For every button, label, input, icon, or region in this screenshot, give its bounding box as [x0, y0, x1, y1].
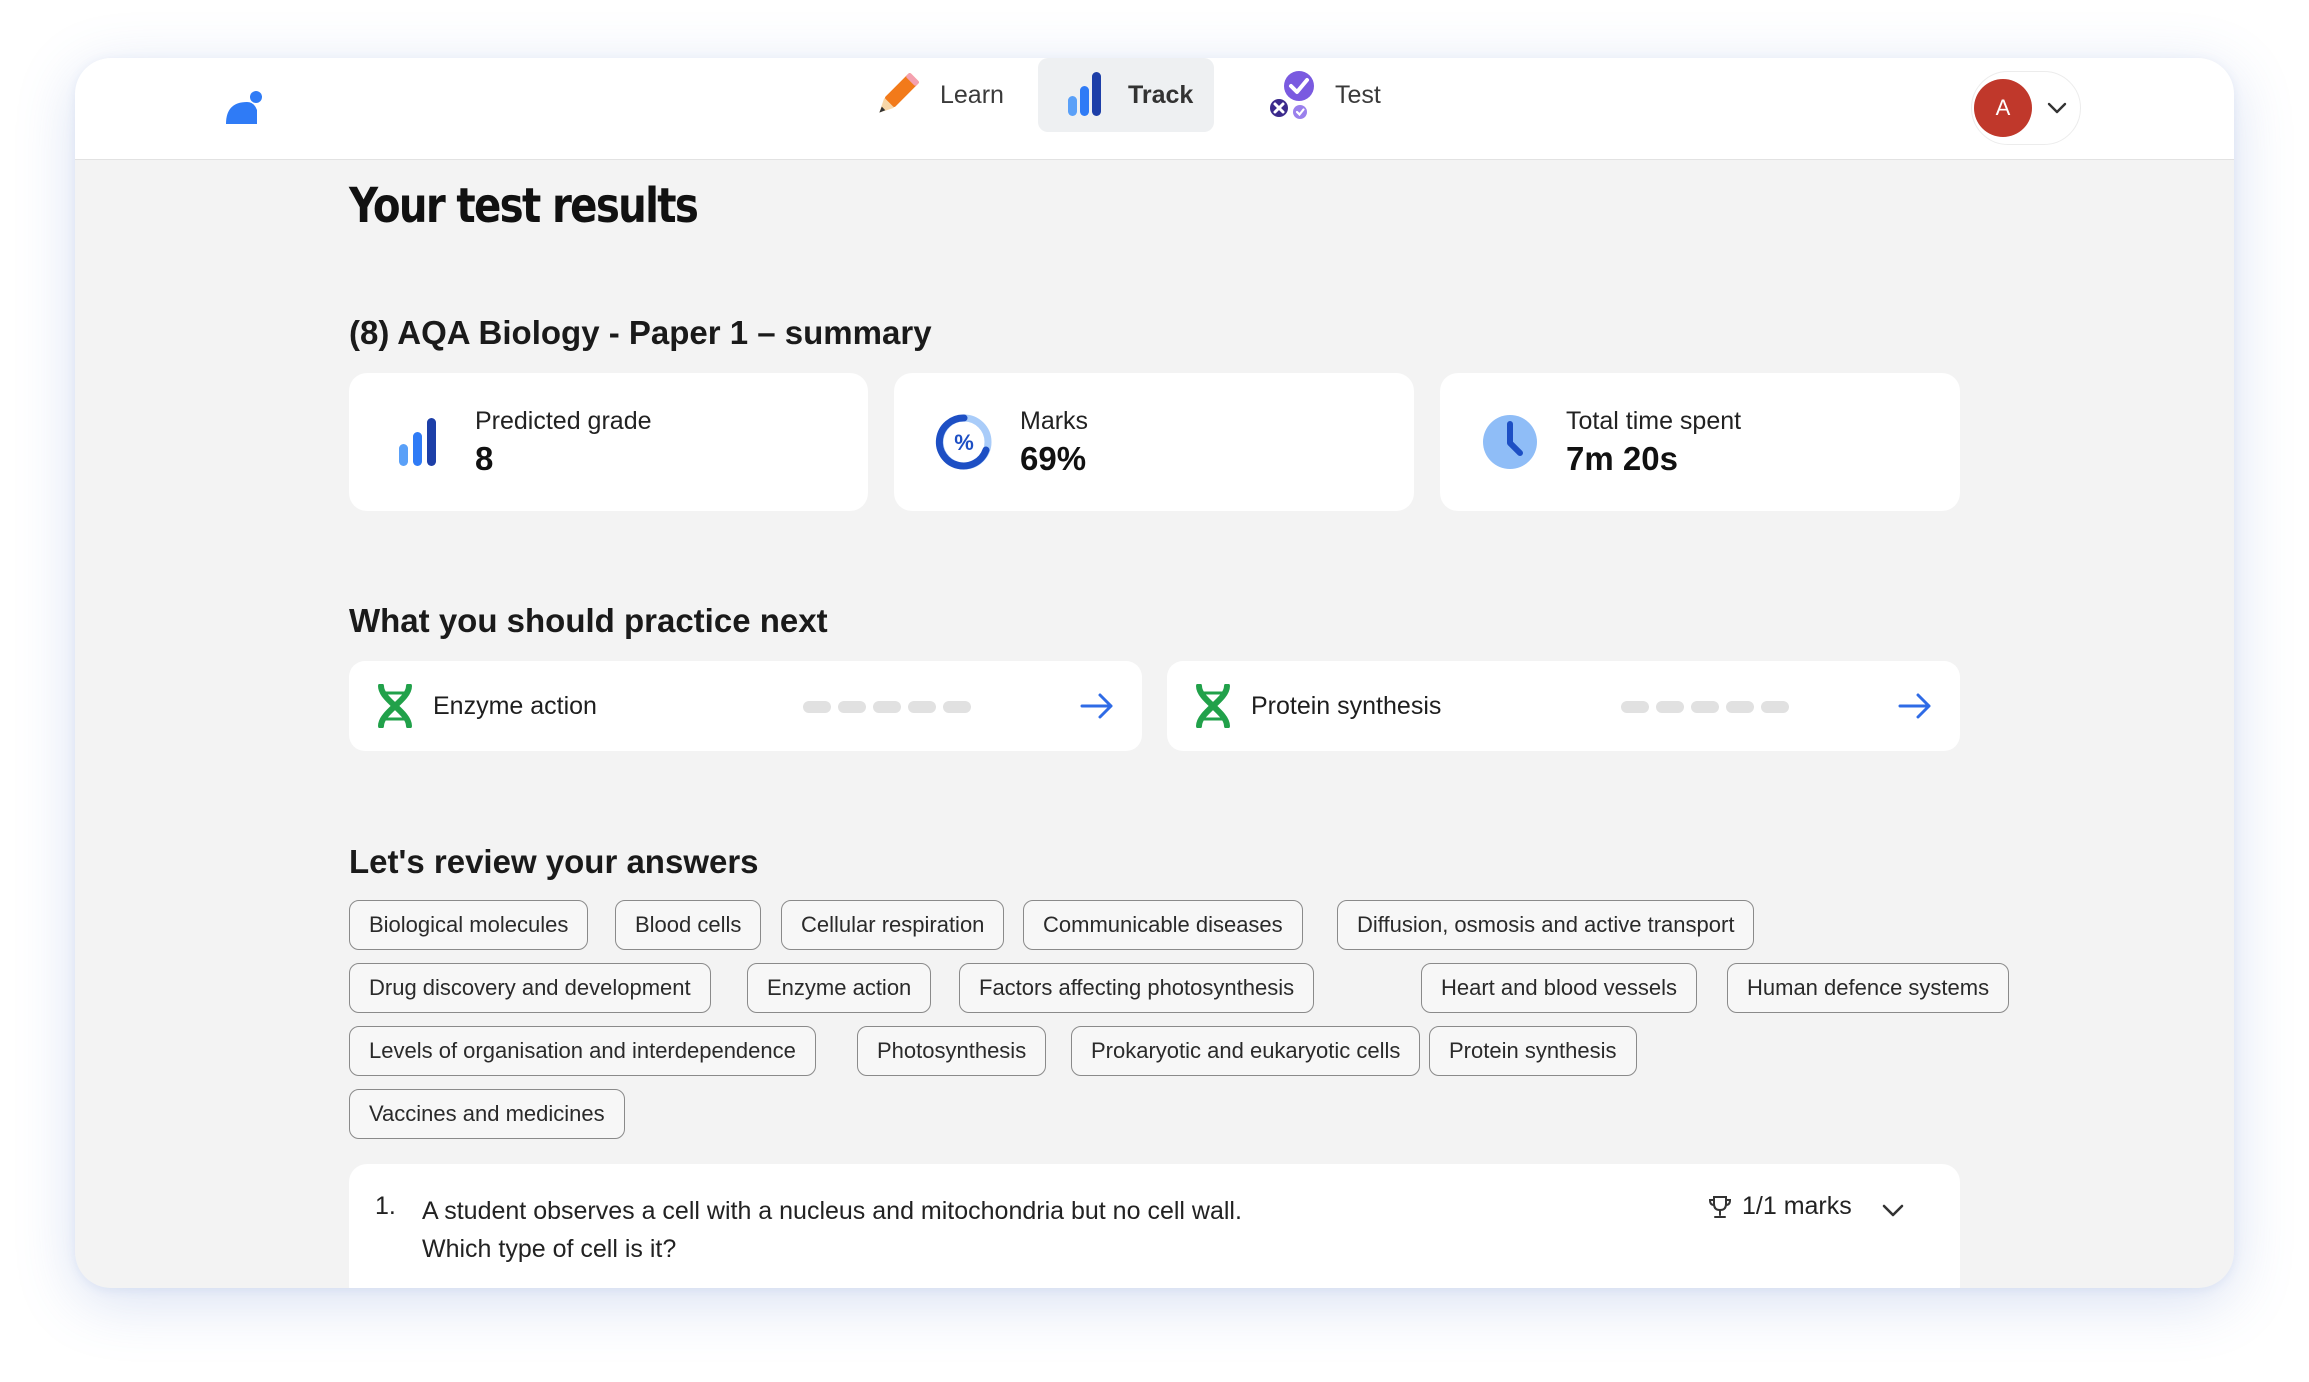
question-line: Which type of cell is it? — [422, 1235, 677, 1263]
progress-dot — [1656, 701, 1684, 713]
question-number: 1. — [375, 1192, 396, 1220]
topic-chip[interactable]: Heart and blood vessels — [1421, 963, 1698, 1013]
progress-dot — [838, 701, 866, 713]
stat-value: 69% — [1020, 440, 1087, 477]
practice-topic-name: Protein synthesis — [1251, 691, 1442, 720]
summary-title: (8) AQA Biology - Paper 1 – summary — [349, 314, 932, 351]
progress-dot — [1691, 701, 1719, 713]
progress-dot — [803, 701, 831, 713]
percent-ring-icon: % — [934, 412, 994, 472]
question-text: A student observes a cell with a nucleus… — [422, 1192, 1242, 1268]
marks-card: % Marks 69% — [894, 373, 1414, 511]
page-title: Your test results — [349, 178, 699, 234]
app-window: Learn Track Test A Your test results (8)… — [75, 58, 2234, 1288]
avatar[interactable]: A — [1974, 79, 2032, 137]
stat-label: Marks — [1020, 407, 1089, 435]
progress-dot — [873, 701, 901, 713]
svg-text:%: % — [954, 430, 974, 455]
topic-chip[interactable]: Human defence systems — [1727, 963, 2010, 1013]
time-spent-card: Total time spent 7m 20s — [1440, 373, 1960, 511]
topic-chip[interactable]: Cellular respiration — [781, 900, 1005, 950]
practice-card-protein-synthesis[interactable]: Protein synthesis — [1167, 661, 1960, 751]
review-answers-title: Let's review your answers — [349, 843, 759, 880]
dna-icon — [378, 684, 412, 728]
test-check-icon — [1265, 68, 1319, 122]
topic-chip[interactable]: Communicable diseases — [1023, 900, 1303, 950]
topic-chip[interactable]: Biological molecules — [349, 900, 589, 950]
top-navigation-bar: Learn Track Test A — [75, 58, 2234, 160]
bar-chart-icon — [389, 412, 449, 472]
topic-chip[interactable]: Levels of organisation and interdependen… — [349, 1026, 816, 1076]
app-logo-icon[interactable] — [223, 90, 265, 126]
nav-tab-track-label: Track — [1128, 80, 1194, 109]
nav-tab-test[interactable]: Test — [1245, 58, 1405, 132]
dna-icon — [1196, 684, 1230, 728]
topic-chip[interactable]: Factors affecting photosynthesis — [959, 963, 1315, 1013]
clock-icon — [1480, 412, 1540, 472]
progress-dot — [908, 701, 936, 713]
question-card[interactable]: 1. A student observes a cell with a nucl… — [349, 1164, 1960, 1288]
progress-indicator — [1621, 701, 1789, 713]
question-marks: 1/1 marks — [1708, 1192, 1852, 1221]
topic-chip[interactable]: Diffusion, osmosis and active transport — [1337, 900, 1755, 950]
progress-dot — [1726, 701, 1754, 713]
topic-chip[interactable]: Drug discovery and development — [349, 963, 711, 1013]
chevron-down-icon[interactable] — [1879, 1196, 1907, 1224]
nav-tab-track[interactable]: Track — [1038, 58, 1214, 132]
topic-chip[interactable]: Prokaryotic and eukaryotic cells — [1071, 1026, 1421, 1076]
nav-tab-test-label: Test — [1335, 80, 1381, 109]
topic-chip[interactable]: Enzyme action — [747, 963, 932, 1013]
trophy-icon — [1708, 1195, 1732, 1218]
question-line: A student observes a cell with a nucleus… — [422, 1197, 1242, 1225]
practice-card-enzyme-action[interactable]: Enzyme action — [349, 661, 1142, 751]
user-menu[interactable]: A — [1971, 71, 2081, 145]
pencil-icon — [870, 68, 924, 122]
arrow-right-icon[interactable] — [1079, 692, 1115, 720]
stat-value: 7m 20s — [1566, 440, 1678, 477]
topic-chip[interactable]: Blood cells — [615, 900, 762, 950]
topic-chip[interactable]: Vaccines and medicines — [349, 1089, 625, 1139]
stat-value: 8 — [475, 440, 494, 477]
progress-indicator — [803, 701, 971, 713]
practice-next-title: What you should practice next — [349, 602, 828, 639]
nav-tab-learn-label: Learn — [940, 80, 1004, 109]
progress-dot — [1621, 701, 1649, 713]
arrow-right-icon[interactable] — [1897, 692, 1933, 720]
nav-tab-learn[interactable]: Learn — [850, 58, 1010, 132]
stat-label: Total time spent — [1566, 407, 1742, 435]
topic-chip[interactable]: Protein synthesis — [1429, 1026, 1637, 1076]
marks-label: 1/1 marks — [1742, 1192, 1852, 1220]
topic-chip[interactable]: Photosynthesis — [857, 1026, 1047, 1076]
progress-dot — [943, 701, 971, 713]
chevron-down-icon[interactable] — [2046, 97, 2068, 119]
predicted-grade-card: Predicted grade 8 — [349, 373, 868, 511]
bar-chart-icon — [1058, 68, 1112, 122]
progress-dot — [1761, 701, 1789, 713]
practice-topic-name: Enzyme action — [433, 691, 597, 720]
stat-label: Predicted grade — [475, 407, 652, 435]
